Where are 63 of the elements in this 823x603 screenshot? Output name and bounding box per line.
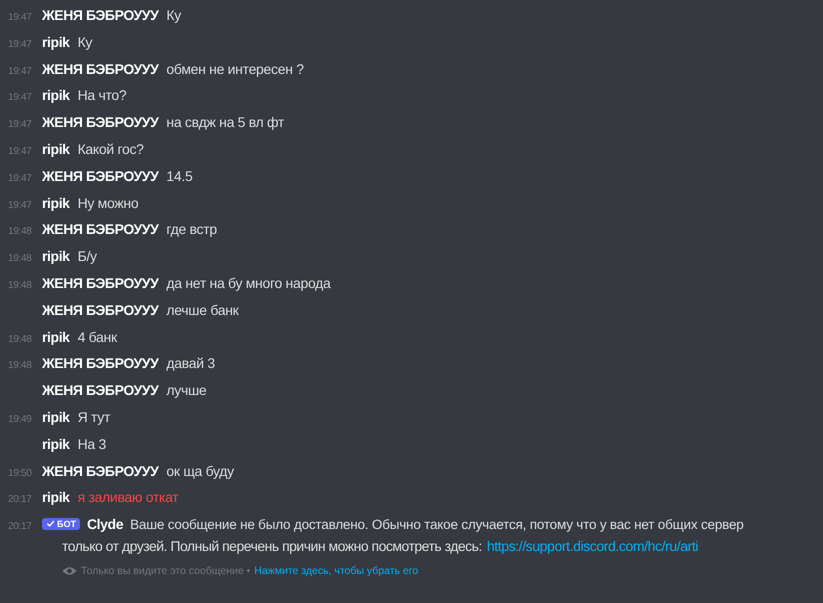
author-name[interactable]: ripik [42, 87, 70, 104]
message-text: Б/у [78, 248, 97, 264]
timestamp: 19:47 [7, 66, 33, 77]
message-text: 14.5 [166, 168, 192, 184]
author-name[interactable]: ripik [42, 489, 70, 506]
author-name[interactable]: ripik [42, 140, 70, 157]
author-name[interactable]: ЖЕНЯ БЭБРОУУУ [42, 114, 158, 130]
author-name[interactable]: ripik [42, 34, 70, 50]
message-text: Ку [166, 7, 181, 23]
message-text: на свдж на 5 вл фт [166, 114, 284, 130]
timestamp: 19:47 [7, 119, 33, 130]
timestamp: 19:48 [7, 253, 33, 264]
author-name[interactable]: ЖЕНЯ БЭБРОУУУ [42, 168, 158, 184]
author-name[interactable]: Clyde [86, 516, 124, 532]
message-text: только от друзей. Полный перечень причин можно посмотреть здесь: [62, 538, 482, 554]
message-text: На 3 [78, 436, 106, 452]
message-text: я заливаю откат [78, 489, 178, 506]
author-name[interactable]: ripik [42, 436, 70, 452]
message-text: На что? [78, 87, 126, 104]
message-text: лучше [166, 382, 206, 398]
timestamp: 19:48 [7, 360, 33, 372]
author-name[interactable]: ЖЕНЯ БЭБРОУУУ [42, 274, 158, 291]
author-name[interactable]: ЖЕНЯ БЭБРОУУУ [42, 302, 158, 318]
author-name[interactable]: ЖЕНЯ БЭБРОУУУ [42, 355, 158, 372]
message-text: Ку [78, 34, 92, 50]
timestamp: 19:47 [7, 146, 33, 157]
message-text: давай 3 [166, 355, 215, 372]
timestamp: 19:47 [7, 172, 33, 184]
message-text: ок ща буду [166, 462, 234, 479]
timestamp: 19:48 [7, 226, 33, 238]
author-name[interactable]: ripik [42, 408, 70, 425]
author-name[interactable]: ripik [42, 248, 70, 264]
timestamp: 20:17 [7, 494, 33, 506]
timestamp: 19:49 [7, 414, 33, 425]
timestamp: 20:17 [7, 521, 33, 532]
timestamp: 19:50 [7, 468, 33, 479]
message-text: Я тут [78, 408, 110, 425]
timestamp: 19:47 [7, 200, 33, 211]
author-name[interactable]: ЖЕНЯ БЭБРОУУУ [42, 7, 158, 23]
timestamp: 19:48 [7, 334, 33, 345]
support-link[interactable]: https://support.discord.com/hc/ru/arti [486, 538, 698, 554]
author-name[interactable]: ЖЕНЯ БЭБРОУУУ [42, 60, 158, 77]
bot-badge: БОТ [42, 518, 80, 530]
author-name[interactable]: ripik [42, 328, 70, 345]
author-name[interactable]: ripik [42, 194, 70, 211]
message-text: 4 банк [78, 328, 117, 345]
author-name[interactable]: ЖЕНЯ БЭБРОУУУ [42, 382, 158, 398]
message-text: лечше банк [166, 302, 238, 318]
dismiss-link[interactable]: Нажмите здесь, чтобы убрать его [254, 565, 418, 578]
eye-icon [62, 566, 77, 576]
message-text: да нет на бу много народа [166, 274, 330, 291]
message-text: где встр [166, 221, 217, 238]
timestamp: 19:47 [7, 92, 33, 104]
author-name[interactable]: ЖЕНЯ БЭБРОУУУ [42, 462, 158, 479]
message-text: Какой гос? [78, 140, 144, 157]
author-name[interactable]: ЖЕНЯ БЭБРОУУУ [42, 221, 158, 238]
timestamp: 19:47 [7, 12, 33, 23]
message-text: Ваше сообщение не было доставлено. Обычно такое случается, потому что у вас нет общих сервер [130, 517, 744, 532]
message-text: обмен не интересен ? [166, 60, 304, 77]
notice-text: Только вы видите это сообщение • [81, 565, 250, 578]
message-text: Ну можно [78, 194, 138, 211]
timestamp: 19:48 [7, 280, 33, 291]
timestamp: 19:47 [7, 38, 33, 50]
